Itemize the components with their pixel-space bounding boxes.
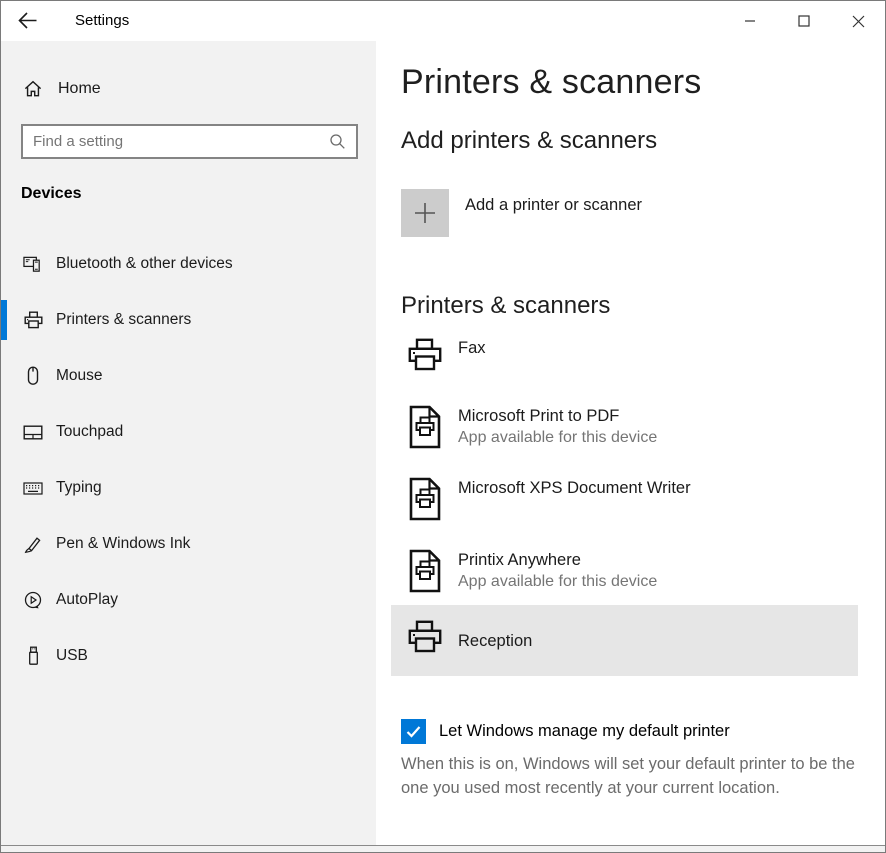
search-input[interactable] bbox=[23, 133, 329, 150]
autoplay-icon bbox=[23, 590, 43, 610]
printer-document-icon bbox=[406, 405, 444, 449]
sidebar-item-mouse[interactable]: Mouse bbox=[1, 356, 376, 396]
printer-name: Microsoft Print to PDF bbox=[458, 405, 657, 427]
settings-window: Settings bbox=[0, 0, 886, 853]
add-printer-button[interactable]: Add a printer or scanner bbox=[401, 189, 642, 237]
sidebar-item-label: AutoPlay bbox=[56, 591, 118, 609]
touchpad-icon bbox=[23, 422, 43, 442]
back-arrow-icon bbox=[15, 9, 49, 33]
manage-default-printer-label: Let Windows manage my default printer bbox=[439, 722, 730, 741]
mouse-icon bbox=[23, 366, 43, 386]
page-title: Printers & scanners bbox=[401, 63, 701, 102]
sidebar-item-label: Printers & scanners bbox=[56, 311, 191, 329]
sidebar-item-bluetooth[interactable]: Bluetooth & other devices bbox=[1, 244, 376, 284]
printers-section-heading: Printers & scanners bbox=[401, 292, 610, 320]
close-button[interactable] bbox=[831, 1, 885, 41]
search-icon bbox=[329, 133, 346, 150]
sidebar-item-label: Touchpad bbox=[56, 423, 123, 441]
printer-icon bbox=[406, 619, 444, 663]
search-box bbox=[21, 124, 358, 159]
devices-icon bbox=[23, 254, 43, 274]
add-printer-label: Add a printer or scanner bbox=[465, 196, 642, 237]
printer-list: Fax Microsoft Print to PDF App bbox=[391, 331, 858, 676]
minimize-button[interactable] bbox=[723, 1, 777, 41]
sidebar-item-pen[interactable]: Pen & Windows Ink bbox=[1, 524, 376, 564]
sidebar-section-heading: Devices bbox=[21, 185, 82, 203]
manage-default-printer-description: When this is on, Windows will set your d… bbox=[401, 753, 869, 800]
sidebar-item-label: Typing bbox=[56, 479, 102, 497]
close-icon bbox=[852, 15, 865, 28]
sidebar-item-autoplay[interactable]: AutoPlay bbox=[1, 580, 376, 620]
printer-status: App available for this device bbox=[458, 427, 657, 449]
selection-accent-bar bbox=[1, 300, 7, 340]
sidebar-item-label: Mouse bbox=[56, 367, 103, 385]
printer-icon bbox=[406, 337, 444, 381]
sidebar-item-label: Home bbox=[58, 80, 101, 98]
pen-icon bbox=[23, 534, 43, 554]
sidebar-item-label: Bluetooth & other devices bbox=[56, 255, 233, 273]
keyboard-icon bbox=[23, 478, 43, 498]
printer-row-fax[interactable]: Fax bbox=[391, 331, 858, 399]
maximize-icon bbox=[798, 15, 810, 27]
sidebar-item-usb[interactable]: USB bbox=[1, 636, 376, 676]
printer-status: App available for this device bbox=[458, 571, 657, 593]
maximize-button[interactable] bbox=[777, 1, 831, 41]
printer-document-icon bbox=[406, 549, 444, 593]
manage-default-printer-checkbox[interactable]: Let Windows manage my default printer bbox=[401, 719, 730, 744]
back-button[interactable] bbox=[15, 5, 49, 37]
printer-document-icon bbox=[406, 477, 444, 521]
sidebar-nav: Bluetooth & other devices Printers & sca… bbox=[1, 244, 376, 692]
window-controls bbox=[723, 1, 885, 41]
minimize-icon bbox=[744, 15, 756, 27]
printer-name: Fax bbox=[458, 337, 486, 359]
sidebar-item-home[interactable]: Home bbox=[1, 71, 376, 107]
printer-row-xps-writer[interactable]: Microsoft XPS Document Writer bbox=[391, 471, 858, 543]
main-content: Printers & scanners Add printers & scann… bbox=[376, 41, 885, 846]
sidebar-item-printers[interactable]: Printers & scanners bbox=[1, 300, 376, 340]
usb-icon bbox=[23, 646, 43, 666]
printer-row-printix[interactable]: Printix Anywhere App available for this … bbox=[391, 543, 858, 605]
checkbox-checked bbox=[401, 719, 426, 744]
add-section-heading: Add printers & scanners bbox=[401, 127, 657, 155]
titlebar: Settings bbox=[1, 1, 885, 41]
printer-row-reception[interactable]: Reception bbox=[391, 605, 858, 676]
printer-name: Printix Anywhere bbox=[458, 549, 657, 571]
window-bottom-edge bbox=[1, 845, 885, 852]
printer-row-print-to-pdf[interactable]: Microsoft Print to PDF App available for… bbox=[391, 399, 858, 471]
sidebar-item-typing[interactable]: Typing bbox=[1, 468, 376, 508]
sidebar-item-label: Pen & Windows Ink bbox=[56, 535, 190, 553]
printer-name: Microsoft XPS Document Writer bbox=[458, 477, 691, 499]
plus-icon bbox=[401, 189, 449, 237]
checkmark-icon bbox=[404, 722, 423, 741]
printer-icon bbox=[23, 310, 43, 330]
sidebar-item-touchpad[interactable]: Touchpad bbox=[1, 412, 376, 452]
window-title: Settings bbox=[75, 1, 129, 41]
sidebar-item-label: USB bbox=[56, 647, 88, 665]
home-icon bbox=[23, 79, 43, 99]
sidebar: Home Devices bbox=[1, 41, 376, 846]
printer-name: Reception bbox=[458, 630, 532, 652]
